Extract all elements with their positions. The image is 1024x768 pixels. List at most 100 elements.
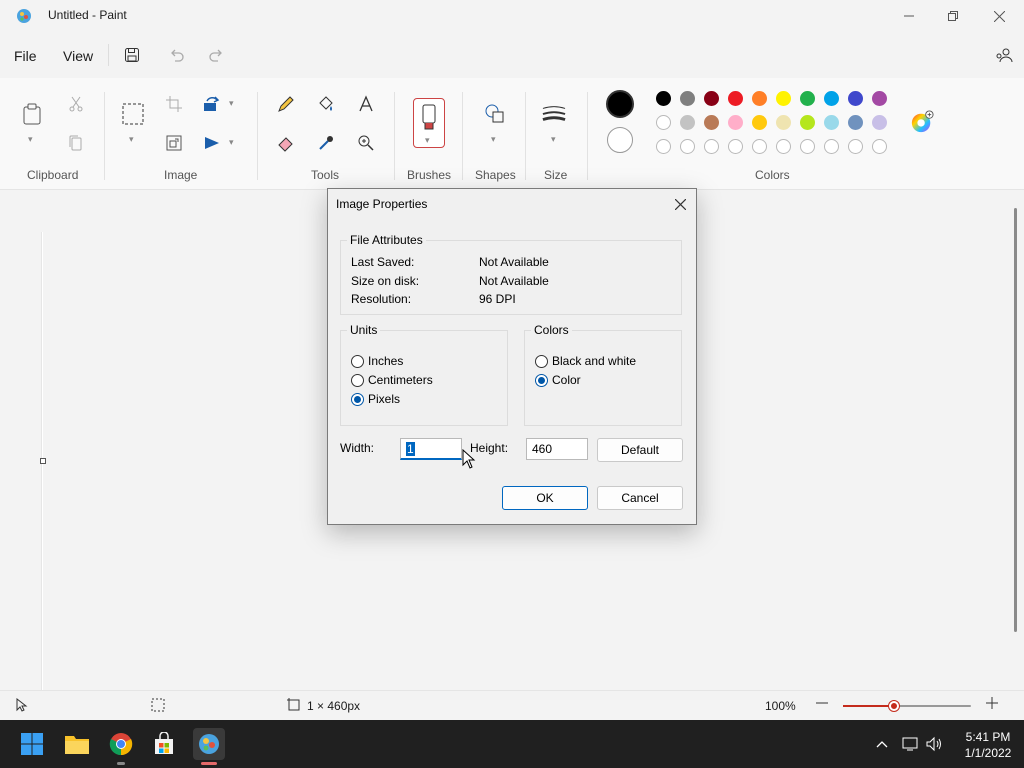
fill-icon[interactable] — [314, 92, 338, 116]
palette-color-swatch[interactable] — [800, 91, 815, 106]
flip-chevron-icon[interactable]: ▾ — [229, 137, 234, 148]
palette-color-swatch[interactable] — [728, 91, 743, 106]
chrome-icon[interactable] — [105, 728, 137, 765]
cut-icon[interactable] — [64, 92, 88, 116]
store-icon[interactable] — [148, 728, 180, 760]
paint-taskbar-icon[interactable] — [193, 728, 225, 765]
palette-color-swatch[interactable] — [656, 91, 671, 106]
palette-color-swatch[interactable] — [776, 115, 791, 130]
palette-color-swatch[interactable] — [824, 115, 839, 130]
network-icon[interactable] — [900, 734, 920, 754]
radio-indicator[interactable] — [535, 354, 548, 368]
units-pixels-radio[interactable]: Pixels — [351, 392, 400, 406]
palette-color-swatch[interactable] — [872, 115, 887, 130]
brushes-button[interactable]: ▾ — [413, 98, 445, 148]
zoom-level-text[interactable]: 100% — [765, 699, 796, 713]
zoom-out-icon[interactable] — [815, 696, 829, 713]
custom-color-slot[interactable] — [800, 139, 815, 154]
chevron-up-icon[interactable] — [872, 734, 892, 754]
magnifier-icon[interactable] — [354, 131, 378, 155]
file-explorer-icon[interactable] — [61, 728, 93, 760]
select-chevron-icon[interactable]: ▾ — [129, 134, 134, 145]
start-button[interactable] — [16, 728, 48, 760]
share-icon[interactable] — [993, 44, 1015, 66]
cancel-button[interactable]: Cancel — [597, 486, 683, 510]
palette-color-swatch[interactable] — [872, 91, 887, 106]
default-button[interactable]: Default — [597, 438, 683, 462]
view-menu[interactable]: View — [63, 48, 93, 64]
palette-color-swatch[interactable] — [680, 91, 695, 106]
rotate-chevron-icon[interactable]: ▾ — [229, 98, 234, 109]
custom-color-slot[interactable] — [848, 139, 863, 154]
file-menu[interactable]: File — [14, 48, 37, 64]
paste-icon[interactable] — [20, 102, 44, 126]
units-centimeters-radio[interactable]: Centimeters — [351, 373, 433, 387]
text-icon[interactable] — [354, 92, 378, 116]
height-input[interactable]: 460 — [526, 438, 588, 460]
custom-color-slot[interactable] — [872, 139, 887, 154]
zoom-slider[interactable] — [843, 701, 971, 711]
restore-button[interactable] — [930, 0, 976, 32]
shapes-chevron-icon[interactable]: ▾ — [491, 134, 496, 145]
custom-color-slot[interactable] — [656, 139, 671, 154]
palette-color-swatch[interactable] — [704, 91, 719, 106]
black-and-white-radio[interactable]: Black and white — [535, 354, 636, 368]
custom-color-slot[interactable] — [728, 139, 743, 154]
flip-icon[interactable] — [200, 131, 224, 155]
palette-color-swatch[interactable] — [824, 91, 839, 106]
edit-colors-icon[interactable] — [910, 110, 934, 134]
crop-icon[interactable] — [162, 92, 186, 116]
palette-color-swatch[interactable] — [848, 115, 863, 130]
shapes-icon[interactable] — [483, 102, 507, 126]
rotate-icon[interactable] — [200, 92, 224, 116]
select-icon[interactable] — [121, 102, 145, 126]
dialog-close-button[interactable] — [668, 193, 692, 215]
palette-color-swatch[interactable] — [680, 115, 695, 130]
undo-icon[interactable] — [166, 44, 188, 66]
width-input[interactable]: 1 — [400, 438, 462, 460]
custom-color-slot[interactable] — [776, 139, 791, 154]
zoom-slider-thumb[interactable] — [889, 701, 900, 711]
pencil-icon[interactable] — [274, 92, 298, 116]
size-icon[interactable] — [542, 102, 566, 126]
units-inches-radio[interactable]: Inches — [351, 354, 403, 368]
custom-color-slot[interactable] — [824, 139, 839, 154]
zoom-in-icon[interactable] — [985, 696, 999, 713]
secondary-color-swatch[interactable] — [607, 127, 633, 153]
volume-icon[interactable] — [924, 734, 944, 754]
radio-indicator[interactable] — [535, 373, 548, 387]
eraser-icon[interactable] — [274, 131, 298, 155]
palette-color-swatch[interactable] — [728, 115, 743, 130]
close-window-button[interactable] — [976, 0, 1022, 32]
size-chevron-icon[interactable]: ▾ — [551, 134, 556, 145]
custom-color-slot[interactable] — [680, 139, 695, 154]
palette-color-swatch[interactable] — [800, 115, 815, 130]
save-icon[interactable] — [121, 44, 143, 66]
palette-color-swatch[interactable] — [752, 115, 767, 130]
resize-icon[interactable] — [162, 131, 186, 155]
copy-icon[interactable] — [64, 131, 88, 155]
color-radio[interactable]: Color — [535, 373, 581, 387]
colors-group-label: Colors — [755, 168, 790, 182]
radio-indicator[interactable] — [351, 354, 364, 368]
ribbon-divider — [394, 92, 395, 180]
ribbon-divider — [525, 92, 526, 180]
palette-color-swatch[interactable] — [656, 115, 671, 130]
palette-color-swatch[interactable] — [776, 91, 791, 106]
vertical-scrollbar[interactable] — [1014, 208, 1017, 632]
system-clock[interactable]: 5:41 PM 1/1/2022 — [960, 729, 1016, 761]
palette-color-swatch[interactable] — [752, 91, 767, 106]
ok-button[interactable]: OK — [502, 486, 588, 510]
custom-color-slot[interactable] — [752, 139, 767, 154]
canvas-resize-handle[interactable] — [40, 458, 46, 464]
custom-color-slot[interactable] — [704, 139, 719, 154]
primary-color-swatch[interactable] — [606, 90, 634, 118]
radio-indicator[interactable] — [351, 392, 364, 406]
paste-chevron-icon[interactable]: ▾ — [28, 134, 33, 145]
palette-color-swatch[interactable] — [704, 115, 719, 130]
radio-indicator[interactable] — [351, 373, 364, 387]
redo-icon[interactable] — [205, 44, 227, 66]
palette-color-swatch[interactable] — [848, 91, 863, 106]
color-picker-icon[interactable] — [314, 131, 338, 155]
minimize-button[interactable] — [886, 0, 932, 32]
